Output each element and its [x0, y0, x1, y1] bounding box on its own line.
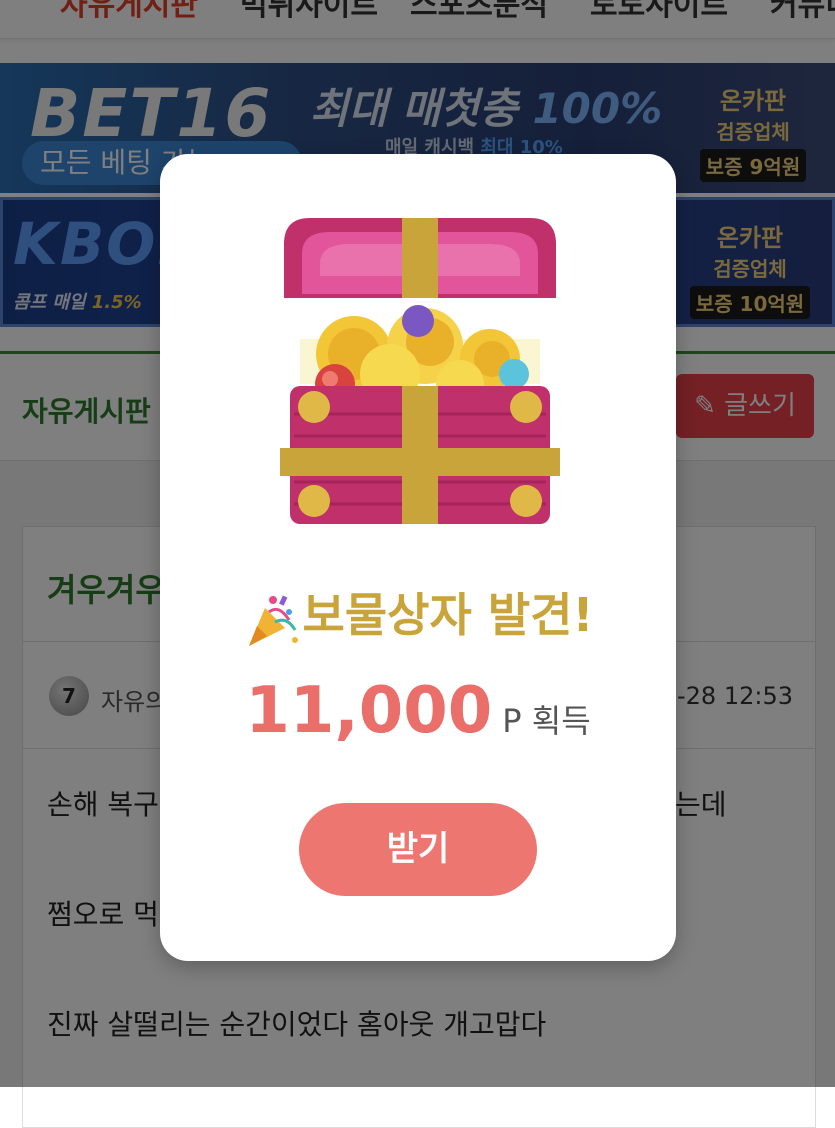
points-unit: P 획득 [502, 702, 591, 740]
party-popper-icon [248, 595, 298, 646]
modal-title: 보물상자 발견! [160, 579, 676, 648]
receive-button[interactable]: 받기 [299, 803, 537, 896]
treasure-chest-modal: 보물상자 발견! 11,000 P 획득 받기 [160, 154, 676, 961]
points-value: 11,000 [245, 674, 493, 748]
treasure-chest-icon [280, 218, 560, 524]
points-row: 11,000 P 획득 [160, 674, 676, 748]
